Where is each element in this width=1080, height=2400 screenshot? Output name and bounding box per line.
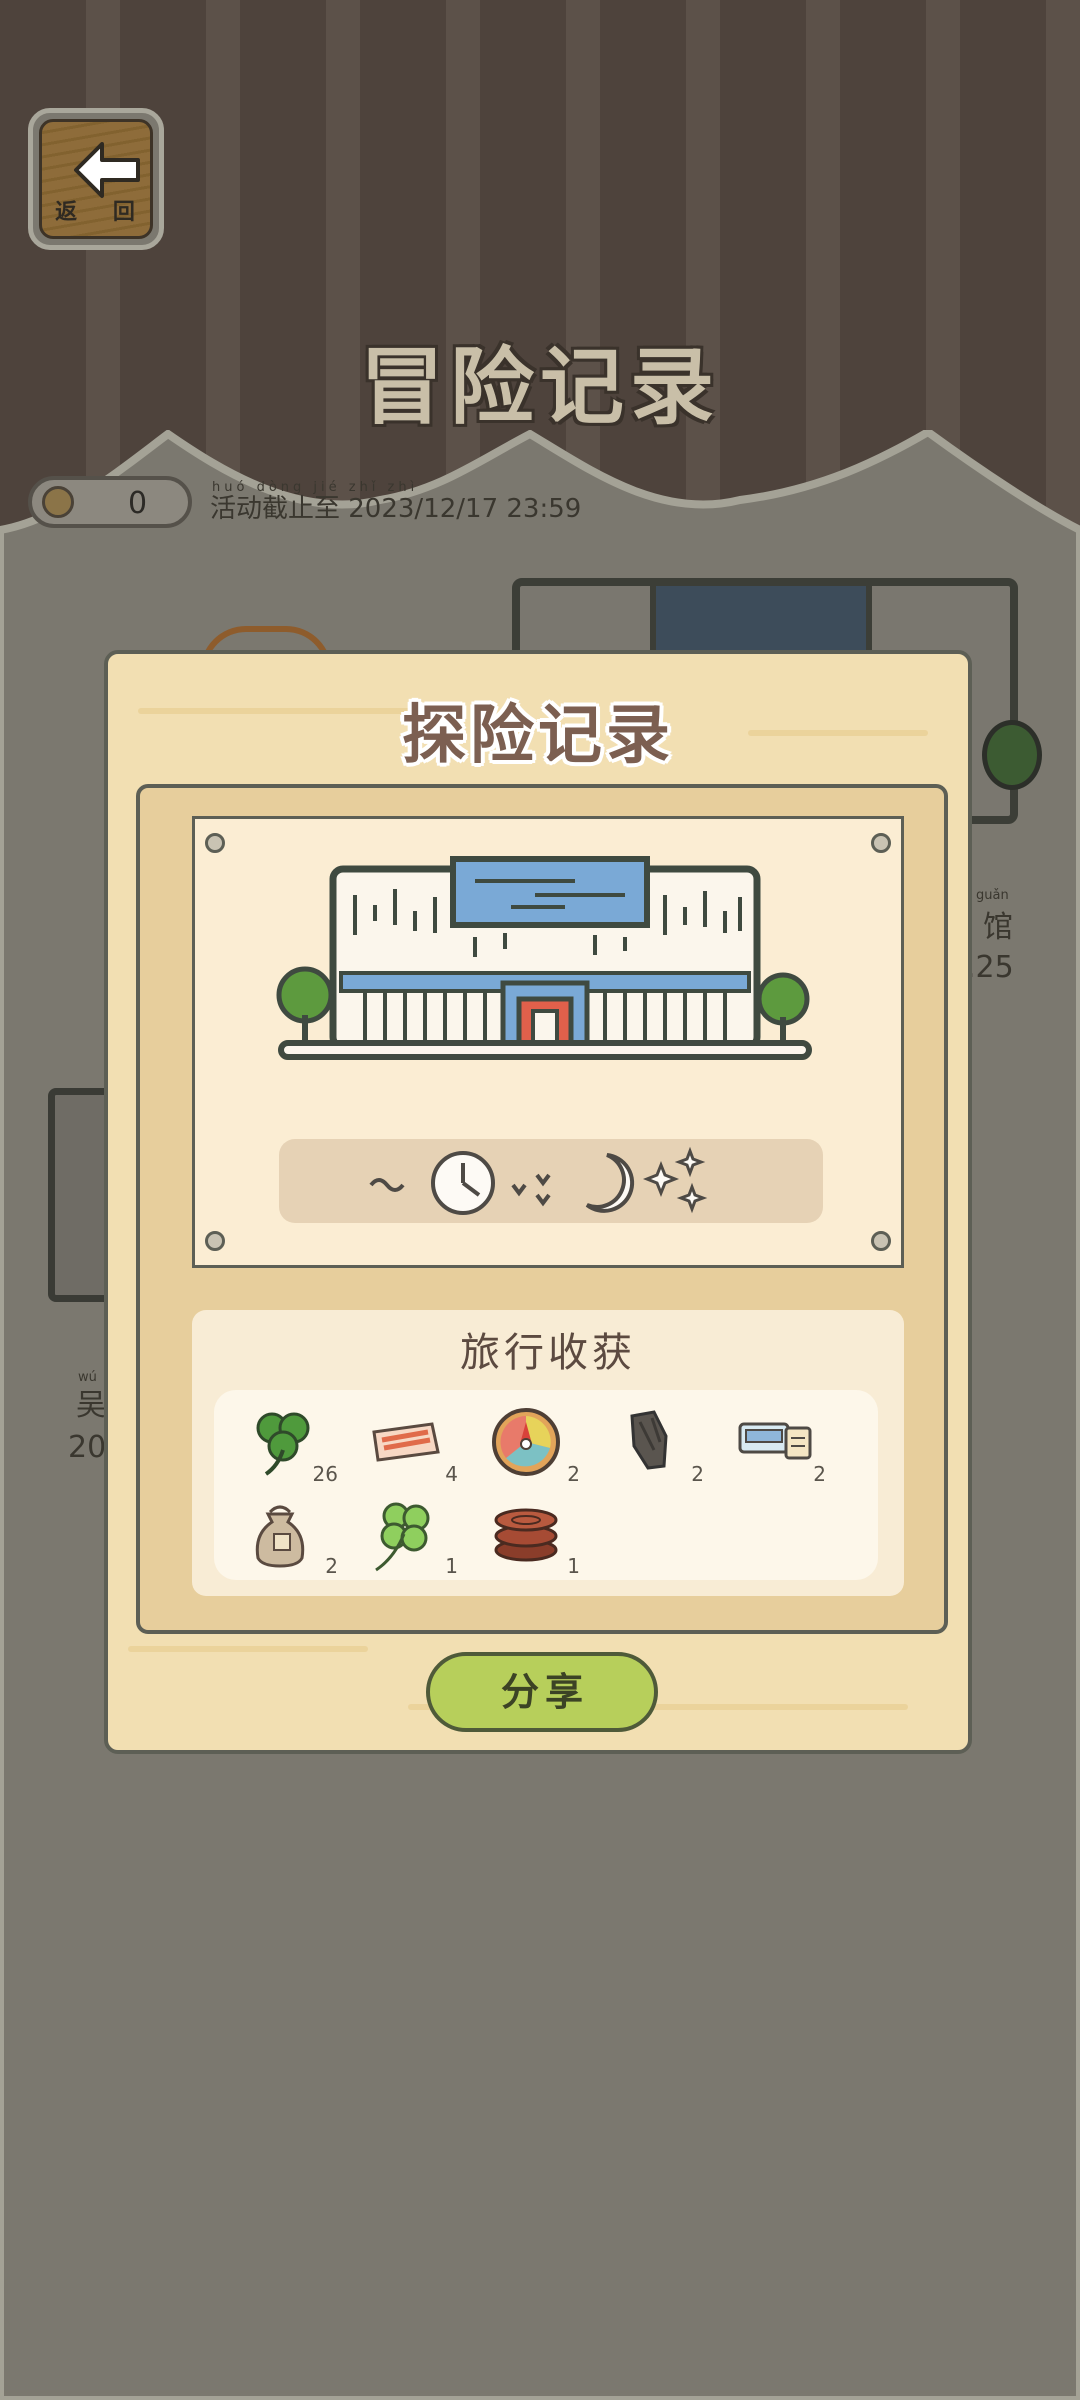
nail-icon [871, 1231, 891, 1251]
adventure-record-dialog: 探险记录 旅行收获 26 4 2 2 2 2 1 1 分享 [104, 650, 972, 1754]
harvest-item-wooden-rings[interactable]: 1 [476, 1492, 586, 1578]
nail-icon [871, 833, 891, 853]
coin-counter: 0 [28, 476, 192, 528]
event-deadline: 活动截止至 2023/12/17 23:59 [210, 494, 582, 524]
back-button-label: 返 回 [55, 200, 149, 225]
share-button-label: 分享 [500, 1670, 589, 1714]
harvest-item-charcoal[interactable]: 2 [600, 1400, 710, 1486]
background-right-date: .25 [966, 950, 1014, 985]
item-count: 1 [567, 1554, 580, 1578]
harvest-item-compass[interactable]: 2 [476, 1400, 586, 1486]
compass-icon [492, 1408, 560, 1476]
back-arrow-icon [74, 142, 140, 198]
item-count: 1 [445, 1554, 458, 1578]
wood-grain [128, 1646, 368, 1652]
background-tree-icon [982, 720, 1042, 790]
tickets-icon [738, 1422, 812, 1460]
museum-building-illustration [276, 856, 812, 1060]
background-right-label: 馆 [983, 910, 1013, 945]
travel-harvest-section: 旅行收获 26 4 2 2 2 2 1 1 [192, 1310, 904, 1596]
background-left-date: 20 [68, 1430, 107, 1465]
back-button-face: 返 回 [39, 119, 153, 239]
harvest-item-tickets[interactable]: 2 [722, 1400, 832, 1486]
harvest-item-clover[interactable]: 26 [234, 1400, 344, 1486]
item-count: 26 [312, 1462, 338, 1486]
item-count: 2 [325, 1554, 338, 1578]
background-right-pinyin: guǎn [976, 888, 1009, 903]
share-button[interactable]: 分享 [426, 1652, 658, 1732]
harvest-item-meat[interactable]: 4 [354, 1400, 464, 1486]
weather-icons-strip [279, 1139, 823, 1223]
page-title: 冒险记录 [359, 338, 720, 436]
destination-postcard [192, 816, 904, 1268]
wooden-rings-icon [494, 1508, 558, 1562]
nail-icon [205, 1231, 225, 1251]
clover-icon [256, 1412, 310, 1476]
harvest-item-seed-bag[interactable]: 2 [234, 1492, 344, 1578]
charcoal-icon [630, 1410, 668, 1470]
seed-bag-icon [255, 1505, 305, 1568]
clock-moon-stars-icon [369, 1146, 708, 1215]
harvest-item-four-leaf-clover[interactable]: 1 [354, 1492, 464, 1578]
meat-slice-icon [372, 1422, 440, 1462]
four-leaf-clover-icon [375, 1502, 430, 1572]
back-button[interactable]: 返 回 [28, 108, 164, 250]
item-count: 2 [813, 1462, 826, 1486]
record-panel: 旅行收获 26 4 2 2 2 2 1 1 [136, 784, 948, 1634]
background-left-label: 吴 [76, 1388, 106, 1423]
coin-icon [42, 486, 74, 518]
item-count: 4 [445, 1462, 458, 1486]
item-count: 2 [691, 1462, 704, 1486]
dialog-title: 探险记录 [402, 699, 674, 773]
item-count: 2 [567, 1462, 580, 1486]
harvest-title: 旅行收获 [460, 1330, 636, 1376]
nail-icon [205, 833, 225, 853]
coin-count: 0 [128, 486, 148, 521]
harvest-items-grid: 26 4 2 2 2 2 1 1 [214, 1390, 878, 1580]
